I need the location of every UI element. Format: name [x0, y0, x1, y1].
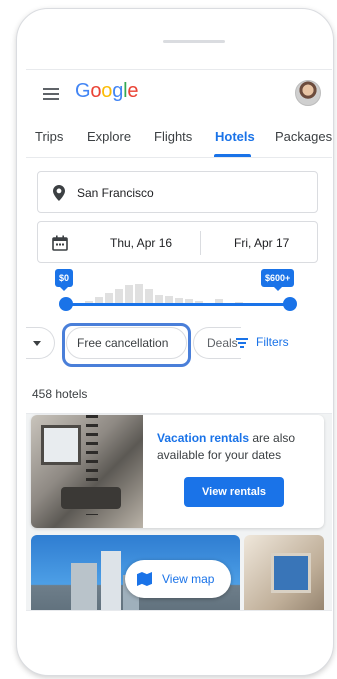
promo-message: Vacation rentals are also available for …	[157, 430, 317, 464]
date-range-field: Thu, Apr 16 Fri, Apr 17	[37, 221, 318, 263]
app-screen: Google Trips Explore Flights Hotels Pack…	[26, 69, 332, 611]
logo-letter: g	[112, 80, 124, 102]
logo-letter: o	[90, 80, 102, 102]
check-in-date[interactable]: Thu, Apr 16	[110, 236, 172, 250]
filters-button[interactable]: Filters	[236, 335, 289, 349]
hotel-photo[interactable]	[244, 535, 324, 610]
google-logo[interactable]: Google	[75, 80, 139, 103]
histogram-bar	[145, 289, 153, 303]
avatar[interactable]	[295, 80, 321, 106]
histogram-bar	[105, 293, 113, 303]
price-max-handle[interactable]	[283, 297, 297, 311]
tab-packages[interactable]: Packages	[275, 129, 332, 144]
rental-photo	[31, 415, 143, 528]
histogram-bar	[165, 296, 173, 303]
view-map-button[interactable]: View map	[125, 560, 231, 598]
phone-speaker	[163, 40, 225, 43]
price-histogram	[77, 279, 287, 303]
histogram-bar	[125, 285, 133, 303]
free-cancellation-chip[interactable]: Free cancellation	[66, 327, 187, 359]
chevron-down-icon[interactable]	[26, 327, 55, 359]
logo-letter: o	[101, 80, 113, 102]
filter-chips: Free cancellation Deals Filters	[26, 323, 332, 367]
check-out-date[interactable]: Fri, Apr 17	[234, 236, 289, 250]
results-count: 458 hotels	[32, 387, 88, 401]
filter-icon	[236, 338, 248, 348]
tab-trips[interactable]: Trips	[35, 129, 63, 144]
promo-highlight: Vacation rentals	[157, 431, 250, 445]
location-pin-icon	[53, 185, 65, 201]
tab-flights[interactable]: Flights	[154, 129, 192, 144]
price-min-badge: $0	[55, 269, 74, 291]
results-count-bar: 458 hotels	[26, 370, 332, 414]
histogram-bar	[155, 295, 163, 303]
active-tab-indicator	[214, 154, 251, 157]
tab-hotels[interactable]: Hotels	[215, 129, 255, 144]
deals-chip[interactable]: Deals	[193, 327, 241, 359]
histogram-bar	[135, 284, 143, 303]
price-min-handle[interactable]	[59, 297, 73, 311]
travel-tabs: Trips Explore Flights Hotels Packages	[26, 116, 332, 158]
histogram-bar	[115, 289, 123, 303]
location-input[interactable]: San Francisco	[37, 171, 318, 213]
tab-explore[interactable]: Explore	[87, 129, 131, 144]
price-slider-track[interactable]	[65, 303, 291, 306]
view-map-label: View map	[162, 572, 215, 586]
logo-letter: G	[75, 80, 91, 102]
filters-label: Filters	[256, 335, 289, 349]
date-divider	[200, 231, 201, 255]
vacation-rentals-card: Vacation rentals are also available for …	[31, 415, 324, 528]
menu-icon[interactable]	[43, 88, 59, 100]
logo-letter: e	[127, 80, 139, 102]
map-icon	[137, 572, 152, 586]
top-app-bar: Google	[26, 70, 332, 116]
view-rentals-button[interactable]: View rentals	[184, 477, 284, 507]
location-value: San Francisco	[77, 186, 154, 200]
calendar-icon	[52, 235, 68, 251]
